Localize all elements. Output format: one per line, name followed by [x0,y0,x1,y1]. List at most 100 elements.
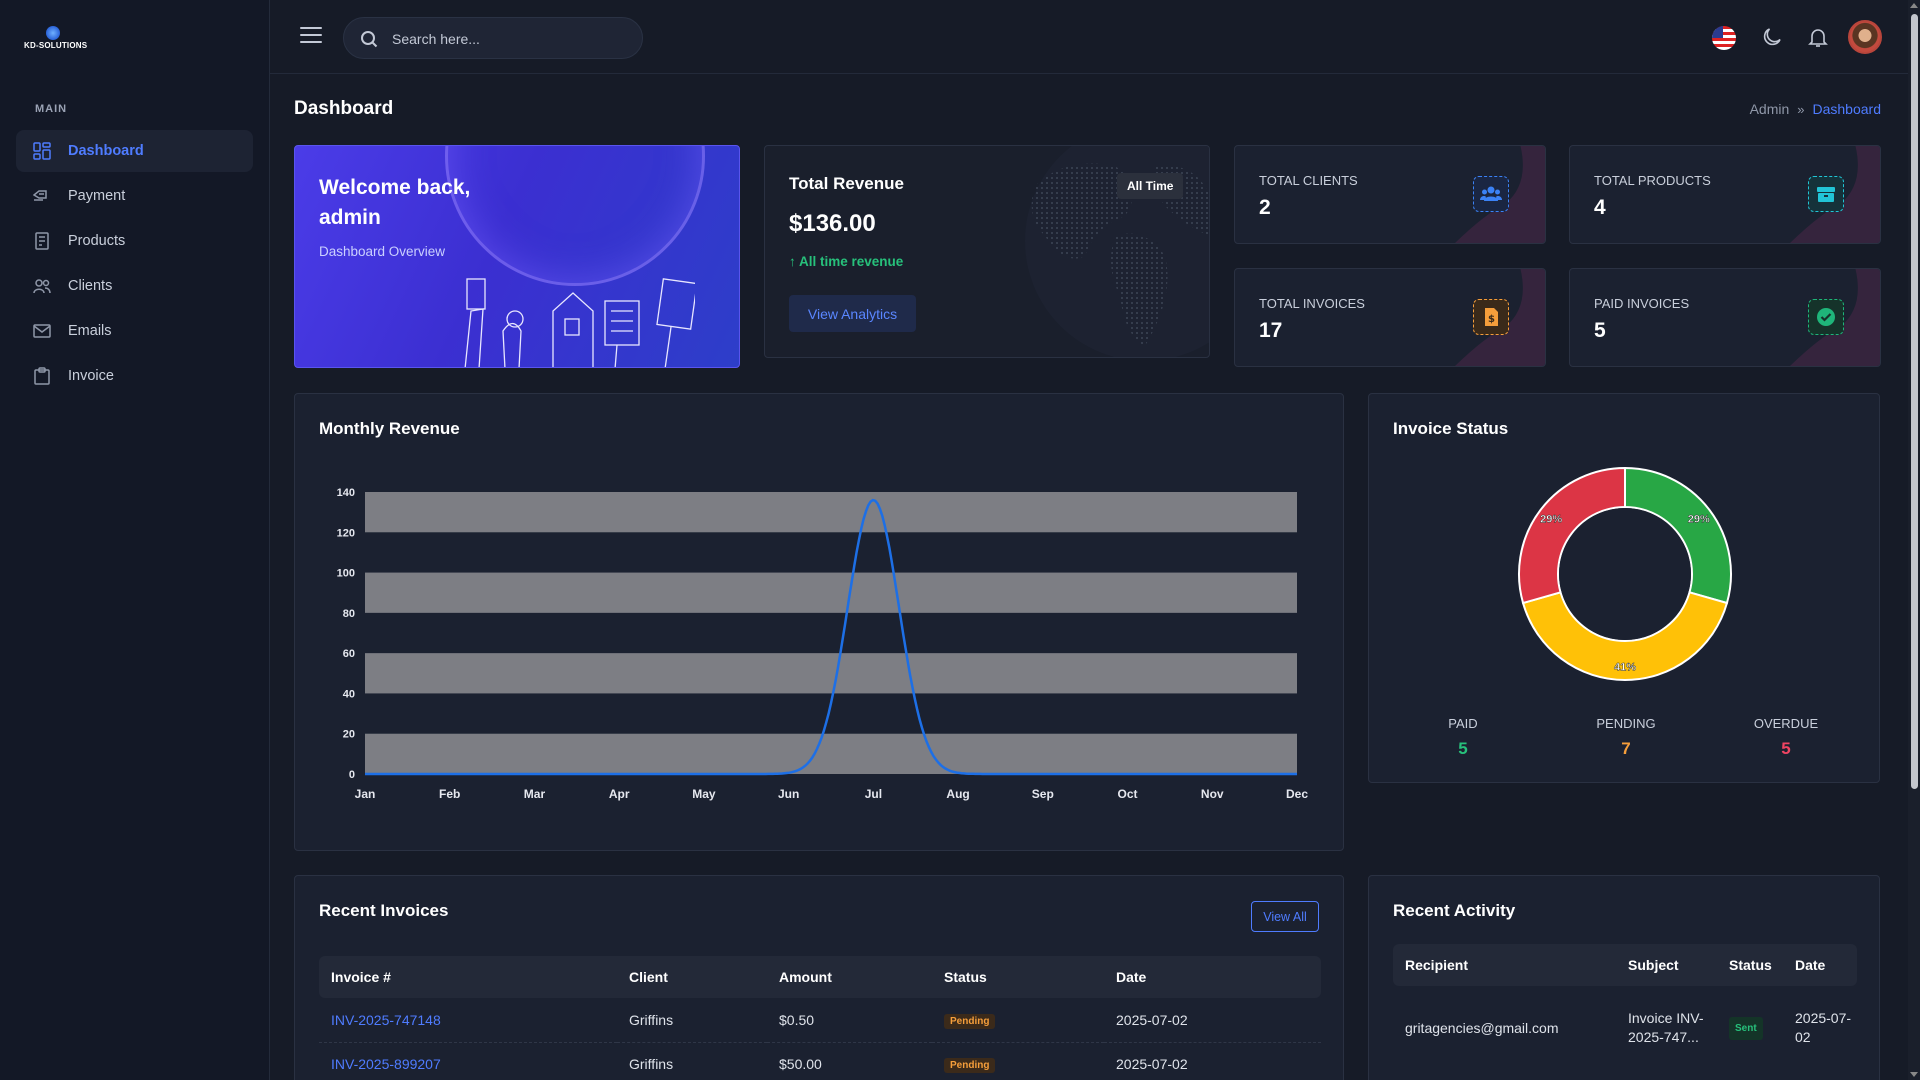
grid-band [365,492,1297,533]
y-tick-label: 100 [337,568,355,580]
sidebar-item-clients[interactable]: Clients [16,265,253,307]
page-title: Dashboard [294,98,394,119]
revenue-trend: ↑ All time revenue [789,254,903,269]
column-header: Status [1717,944,1783,986]
column-header: Client [617,956,767,998]
scroll-down-icon[interactable] [1910,1072,1918,1077]
slice-label: 29% [1540,513,1562,525]
sidebar-item-invoice[interactable]: Invoice [16,355,253,397]
stat-value: 2 [1259,196,1271,219]
x-tick-label: Aug [946,787,969,801]
invoice-status-card: Invoice Status 29% 41% 29% PAID 5 PENDING … [1368,393,1880,783]
x-tick-label: Apr [609,787,630,801]
x-tick-label: May [692,787,716,801]
column-header: Subject [1616,944,1717,986]
clipboard-icon [32,366,52,386]
welcome-title: Welcome back, admin [319,176,471,229]
svg-text:$: $ [1488,314,1495,325]
stat-card-total-clients: TOTAL CLIENTS 2 [1234,145,1546,244]
column-header: Amount [767,956,932,998]
us-flag-icon[interactable] [1712,26,1736,50]
y-tick-label: 0 [349,769,355,781]
stat-card-paid-invoices: PAID INVOICES 5 [1569,268,1881,367]
scrollbar-thumb[interactable] [1911,14,1918,789]
total-revenue-card: Total Revenue $136.00 ↑ All time revenue… [764,145,1210,358]
donut-hole [1559,508,1691,640]
product-icon [32,231,52,251]
table-header-row: Recipient Subject Status Date [1393,944,1857,986]
users-icon [1473,176,1509,212]
recent-activity-card: Recent Activity Recipient Subject Status… [1368,875,1880,1080]
column-header: Recipient [1393,944,1616,986]
date-cell: 2025-07-02 [1104,1042,1321,1080]
date-cell: 2025-07-02 [1104,998,1321,1043]
subject-cell: Invoice INV-2025-747... [1628,1010,1704,1045]
stat-value: 17 [1259,319,1283,342]
scroll-up-icon[interactable] [1910,3,1918,8]
table-row[interactable]: INV-2025-899207 Griffins $50.00 Pending … [319,1042,1321,1080]
page-scrollbar[interactable] [1908,0,1920,1080]
legend-label: OVERDUE [1753,716,1819,731]
breadcrumb-admin[interactable]: Admin [1750,101,1790,117]
status-badge: Sent [1729,1016,1763,1040]
legend-paid: PAID 5 [1403,716,1523,759]
x-tick-label: Jun [778,787,799,801]
sidebar-item-payment[interactable]: Payment [16,175,253,217]
period-badge[interactable]: All Time [1117,173,1184,199]
sidebar-item-label: Products [68,233,126,249]
amount-cell: $0.50 [767,998,932,1043]
chevron-right-icon: » [1797,101,1805,117]
users-icon [32,276,52,296]
sidebar-item-dashboard[interactable]: Dashboard [16,130,253,172]
grid-band [365,653,1297,694]
stat-label: PAID INVOICES [1594,296,1690,311]
view-all-button[interactable]: View All [1251,901,1319,932]
y-tick-label: 60 [343,648,355,660]
brand-logo[interactable]: KD-SOLUTIONS [24,26,94,52]
table-row[interactable]: INV-2025-747148 Griffins $0.50 Pending 2… [319,998,1321,1043]
welcome-card: Welcome back, admin Dashboard Overview [294,145,740,368]
sidebar-item-products[interactable]: Products [16,220,253,262]
stat-label: TOTAL CLIENTS [1259,173,1358,188]
legend-pending: PENDING 7 [1566,716,1686,759]
invoice-link[interactable]: INV-2025-747148 [331,1012,441,1028]
recent-invoices-card: Recent Invoices View All Invoice # Clien… [294,875,1344,1080]
logo-mark-icon [46,26,60,40]
search-box [343,17,643,59]
stat-card-total-invoices: TOTAL INVOICES 17 $ [1234,268,1546,367]
sidebar-item-label: Clients [68,278,113,294]
bell-icon[interactable] [1806,25,1832,51]
stat-value: 5 [1594,319,1606,342]
x-tick-label: Sep [1032,787,1054,801]
grid-icon [32,141,52,161]
monthly-revenue-chart: 0 20 40 60 80 100 120 140 Jan Feb Mar Apr May Jun Jul A… [337,487,1309,801]
menu-toggle-icon[interactable] [300,27,322,45]
legend-value: 5 [1458,739,1468,758]
sidebar-nav: Dashboard Payment Products Clients Email… [16,130,253,400]
table-row[interactable]: gritagencies@gmail.com Invoice INV-2025-… [1393,986,1857,1070]
status-cell: Pending [932,998,1104,1043]
brand-name: KD-SOLUTIONS [24,41,88,50]
sidebar-item-label: Dashboard [68,143,144,159]
recent-invoices-title: Recent Invoices [319,901,449,920]
sidebar-item-label: Invoice [68,368,114,384]
search-input[interactable] [392,28,622,50]
y-tick-label: 80 [343,608,355,620]
x-tick-label: Oct [1118,787,1138,801]
invoice-link[interactable]: INV-2025-899207 [331,1056,441,1072]
view-analytics-button[interactable]: View Analytics [789,295,916,332]
sidebar-item-emails[interactable]: Emails [16,310,253,352]
moon-icon[interactable] [1760,25,1786,51]
grid-band [365,733,1297,774]
recent-activity-table: Recipient Subject Status Date gritagenci… [1393,944,1857,1070]
status-cell: Sent [1717,986,1783,1070]
recent-activity-title: Recent Activity [1393,901,1516,920]
date-cell: 2025-07-02 [1795,1010,1852,1045]
user-avatar[interactable] [1848,20,1882,54]
invoice-number-cell: INV-2025-747148 [319,998,617,1043]
status-badge: Pending [944,1058,996,1073]
y-tick-label: 140 [337,487,355,499]
x-tick-label: Jan [355,787,376,801]
celebration-illustration [464,278,695,367]
recipient-cell: gritagencies@gmail.com [1405,1019,1559,1036]
